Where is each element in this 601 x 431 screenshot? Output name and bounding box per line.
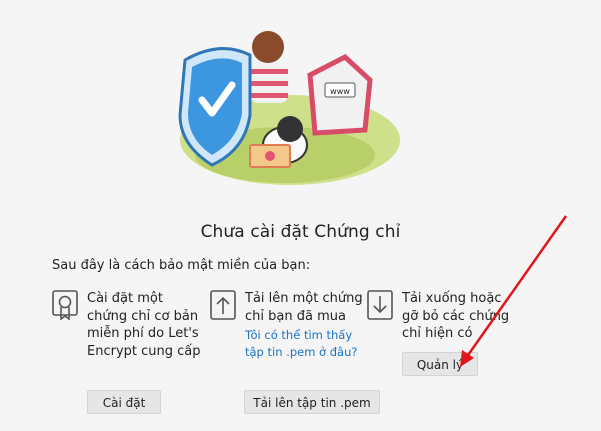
- download-icon: [367, 290, 393, 320]
- www-sign-text: www: [330, 87, 350, 96]
- page-title: Chưa cài đặt Chứng chỉ: [200, 222, 401, 242]
- house-sign: www: [307, 53, 373, 136]
- install-button[interactable]: Cài đặt: [87, 390, 161, 414]
- option-description: Tải lên một chứng chỉ bạn đã mua: [245, 291, 363, 324]
- upload-icon: [210, 290, 236, 320]
- intro-text: Sau đây là cách bảo mật miền của bạn:: [52, 258, 311, 273]
- manage-button[interactable]: Quản lý: [402, 352, 478, 376]
- security-illustration: www: [178, 31, 400, 185]
- upload-pem-button[interactable]: Tải lên tập tin .pem: [244, 390, 380, 414]
- certificate-icon: [52, 290, 78, 320]
- option-text: Tải lên một chứng chỉ bạn đã mua Tôi có …: [245, 290, 363, 361]
- pem-help-link[interactable]: Tôi có thể tìm thấy tập tin .pem ở đâu?: [245, 327, 363, 361]
- option-text: Tải xuống hoặc gỡ bỏ các chứng chỉ hiện …: [402, 291, 510, 341]
- option-text: Cài đặt một chứng chỉ cơ bản miễn phí do…: [87, 291, 201, 359]
